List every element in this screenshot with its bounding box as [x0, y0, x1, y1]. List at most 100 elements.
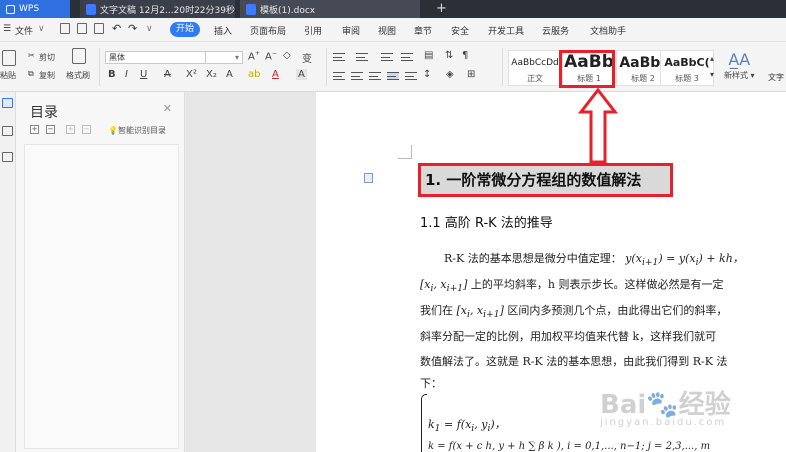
tab-wps[interactable]: WPS [0, 0, 70, 18]
underline-icon[interactable]: U [140, 69, 147, 80]
menu-insert[interactable]: 插入 [214, 24, 232, 37]
equation-kj[interactable]: k = f(x + c h, y + h ∑ β k ), i = 0,1,..… [428, 441, 710, 452]
increase-indent-icon[interactable] [401, 53, 413, 61]
collapse-icon[interactable]: − [46, 125, 55, 134]
print-preview-icon[interactable] [94, 23, 104, 34]
chevron-down-icon[interactable]: ∨ [38, 24, 45, 34]
font-size-select[interactable]: ▾ [205, 51, 243, 64]
menu-security[interactable]: 安全 [451, 24, 469, 37]
tab-doc-2[interactable]: 模板(1).docx [240, 0, 420, 18]
phonetic-icon[interactable]: 变 [302, 50, 312, 65]
new-tab-plus-icon[interactable]: + [436, 0, 447, 18]
formula-part: ] [499, 304, 504, 317]
body-line-4[interactable]: 斜率分配一定的比例，用加权平均值来代替 k，这样我们就可 [420, 328, 716, 344]
bullet-list-icon[interactable] [333, 53, 345, 61]
heading-2[interactable]: 1.1 高阶 R-K 法的推导 [420, 212, 553, 231]
shrink-font-icon[interactable]: A− [265, 50, 277, 62]
superscript-icon[interactable]: X² [186, 69, 197, 80]
cut-button[interactable]: 剪切 [39, 52, 55, 63]
new-style-button[interactable]: A̲A 新样式 ▾ [724, 50, 755, 81]
decrease-indent-icon[interactable] [381, 53, 393, 61]
copy-button[interactable]: 复制 [39, 70, 55, 81]
justify-icon[interactable] [387, 72, 399, 80]
menu-references[interactable]: 引用 [304, 24, 322, 37]
watermark-main: Bai [600, 390, 647, 420]
menu-view[interactable]: 视图 [378, 24, 396, 37]
clear-format-icon[interactable]: ◇ [283, 50, 291, 61]
strikethrough-icon[interactable]: A [164, 69, 171, 80]
smart-toc-button[interactable]: 💡智能识别目录 [108, 125, 166, 136]
paw-icon: 🐾 [646, 390, 679, 420]
align-center-icon[interactable] [351, 72, 363, 80]
margin-mark [411, 145, 412, 159]
highlight-icon[interactable]: ab [248, 69, 260, 80]
toc-pane: 目录 ✕ + − + − 💡智能识别目录 [16, 92, 185, 452]
print-icon[interactable] [77, 23, 87, 34]
bookmark-nav-icon[interactable] [2, 126, 13, 136]
close-icon[interactable]: ✕ [163, 102, 172, 115]
font-color-icon[interactable]: A [272, 69, 279, 80]
gallery-down-icon[interactable]: ▾ [710, 70, 714, 79]
body-line-6[interactable]: 下： [420, 375, 442, 391]
line-spacing-icon[interactable]: ↕ [423, 69, 431, 80]
bold-icon[interactable]: B [108, 69, 116, 80]
menu-start-tab[interactable]: 开始 [170, 22, 200, 37]
body-line-2[interactable]: [xi, xi+1] 上的平均斜率，h 则表示步长。这样做必然是有一定 [420, 276, 723, 294]
formula-part: y(x [625, 252, 642, 265]
interval-formula: [xi, xi+1] [456, 304, 504, 321]
menu-cloud-service[interactable]: 云服务 [542, 24, 569, 37]
align-right-icon[interactable] [369, 72, 381, 80]
menu-section[interactable]: 章节 [414, 24, 432, 37]
chevron-down-icon[interactable]: ∨ [146, 24, 153, 34]
distribute-icon[interactable] [405, 72, 417, 80]
undo-icon[interactable]: ↶ [112, 22, 121, 35]
pages-nav-icon[interactable] [2, 152, 13, 162]
heading-1-selected[interactable]: 1. 一阶常微分方程组的数值解法 [418, 163, 673, 197]
gallery-up-icon[interactable]: ▴ [710, 54, 714, 63]
subscript-icon[interactable]: X₂ [206, 69, 217, 80]
menu-doc-assistant[interactable]: 文档助手 [590, 24, 626, 37]
format-painter-icon[interactable] [72, 48, 86, 64]
remove-item-icon[interactable]: − [82, 125, 91, 134]
sort-icon[interactable]: ⇅ [445, 50, 453, 61]
toc-list[interactable] [24, 144, 179, 449]
menu-icon[interactable]: ☰ [3, 24, 11, 34]
style-normal[interactable]: AaBbCcDd 正文 [508, 50, 562, 86]
body-line-3-text: 我们在 [420, 304, 453, 317]
toc-nav-icon[interactable] [2, 98, 13, 108]
menu-developer-tools[interactable]: 开发工具 [488, 24, 524, 37]
body-line-5[interactable]: 数值解法了。这就是 R-K 法的基本思想，由此我们得到 R-K 法 [420, 353, 727, 369]
numbered-list-icon[interactable] [356, 53, 368, 61]
redo-icon[interactable]: ↷ [128, 22, 137, 35]
format-painter-button[interactable]: 格式刷 [66, 70, 90, 81]
body-line-1[interactable]: R-K 法的基本思想是微分中值定理： y(xi+1) = y(xi) + kh， [444, 250, 744, 268]
borders-icon[interactable]: ⊞ [467, 69, 475, 80]
text-tools-button[interactable]: 文字 [768, 72, 784, 83]
menu-file[interactable]: 文件 [15, 24, 33, 37]
tab-doc-1[interactable]: 文字文稿 12月2...20时22分39秒 ▭ [80, 0, 235, 18]
italic-icon[interactable]: I [125, 69, 128, 80]
text-effect-icon[interactable]: A [226, 69, 233, 80]
menu-page-layout[interactable]: 页面布局 [250, 24, 286, 37]
align-left-icon[interactable] [333, 72, 345, 80]
chinese-layout-icon[interactable]: ▤ [424, 50, 433, 61]
copy-icon[interactable]: ⧉ [28, 69, 34, 79]
document-icon [86, 3, 96, 15]
char-shading-icon[interactable]: A [296, 69, 307, 80]
body-line-3[interactable]: 我们在 [xi, xi+1] 区间内多预测几个点，由此得出它们的斜率， [420, 302, 727, 320]
save-icon[interactable] [60, 23, 70, 34]
paragraph-marker-icon[interactable] [364, 173, 373, 183]
formula-part: ) + kh， [698, 252, 744, 265]
paste-button[interactable]: 粘贴 [0, 70, 16, 81]
equation-k1[interactable]: k1 = f(xi, yi)， [428, 416, 506, 434]
style-heading-3-name: 标题 3 [675, 74, 699, 83]
show-marks-icon[interactable]: ¶ [462, 50, 468, 61]
grow-font-icon[interactable]: A+ [248, 50, 260, 62]
scissors-icon[interactable]: ✂ [28, 51, 35, 60]
shading-icon[interactable]: ◈ [446, 69, 454, 80]
add-item-icon[interactable]: + [66, 125, 75, 134]
expand-icon[interactable]: + [30, 125, 39, 134]
paste-icon[interactable] [2, 50, 16, 66]
menu-review[interactable]: 审阅 [342, 24, 360, 37]
style-heading-3[interactable]: AaBbC( 标题 3 [660, 50, 714, 86]
